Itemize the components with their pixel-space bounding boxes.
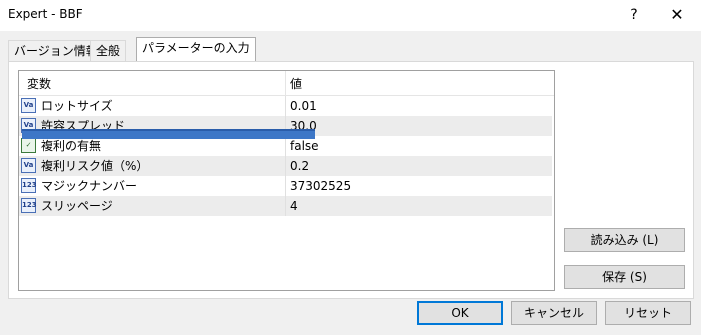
parameter-name: マジックナンバー	[41, 179, 138, 193]
cancel-button[interactable]: キャンセル	[511, 301, 597, 325]
parameter-row-magic-number[interactable]: 123 マジックナンバー 37302525	[19, 176, 552, 196]
parameter-name: 複利の有無	[41, 139, 102, 153]
column-separator[interactable]	[285, 71, 286, 95]
list-header: 変数 値	[19, 71, 554, 96]
integer-param-icon: 123	[21, 198, 37, 213]
parameter-name: 複利リスク値（%）	[41, 159, 149, 173]
save-button[interactable]: 保存 (S)	[564, 265, 685, 289]
parameter-row-lot-size[interactable]: Va ロットサイズ 0.01	[19, 96, 552, 116]
window-title: Expert - BBF	[8, 7, 83, 21]
tab-general[interactable]: 全般	[90, 40, 127, 61]
title-bar: Expert - BBF ? ✕	[0, 0, 701, 31]
close-button[interactable]: ✕	[663, 3, 691, 27]
parameter-name: スリッページ	[41, 199, 113, 213]
parameter-row-compound-risk[interactable]: Va 複利リスク値（%） 0.2	[19, 156, 552, 176]
ok-button[interactable]: OK	[417, 301, 503, 325]
parameter-value[interactable]: 0.2	[290, 156, 309, 176]
parameter-name: ロットサイズ	[41, 99, 113, 113]
drag-selection-highlight	[22, 129, 315, 139]
boolean-param-icon: ✓	[21, 138, 36, 153]
parameter-value[interactable]: 4	[290, 196, 298, 216]
parameter-value[interactable]: 0.01	[290, 96, 317, 116]
number-param-icon: Va	[21, 158, 36, 173]
integer-param-icon: 123	[21, 178, 37, 193]
tab-parameters[interactable]: パラメーターの入力	[136, 37, 256, 61]
reset-button[interactable]: リセット	[605, 301, 691, 325]
parameter-row-slippage[interactable]: 123 スリッページ 4	[19, 196, 552, 216]
column-header-variable[interactable]: 変数	[27, 75, 51, 92]
parameter-row-compound-flag[interactable]: ✓ 複利の有無 false	[19, 136, 552, 156]
parameter-list[interactable]: 変数 値 Va ロットサイズ 0.01 Va 許容スプレッド 30.0 ✓ 複利…	[18, 70, 555, 291]
load-button[interactable]: 読み込み (L)	[564, 228, 685, 252]
help-button[interactable]: ?	[623, 3, 645, 27]
parameter-value[interactable]: 37302525	[290, 176, 351, 196]
number-param-icon: Va	[21, 98, 36, 113]
parameter-value[interactable]: false	[290, 136, 319, 156]
column-header-value[interactable]: 値	[290, 75, 302, 92]
